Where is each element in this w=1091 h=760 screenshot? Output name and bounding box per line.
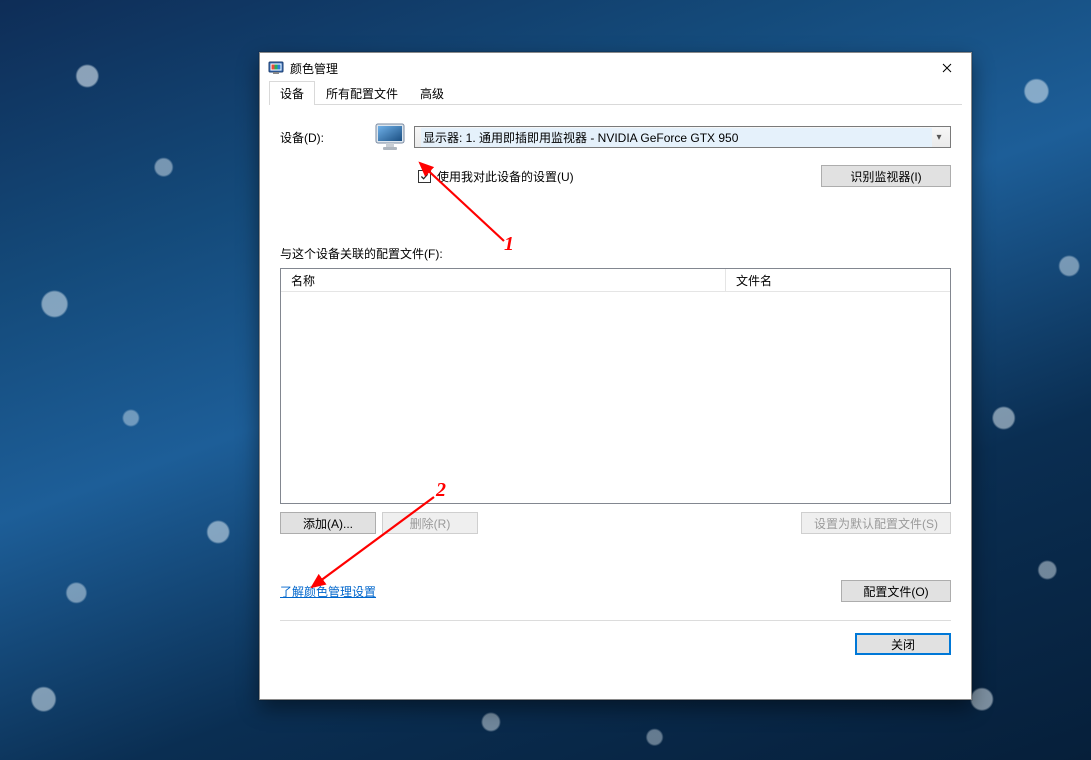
list-actions: 添加(A)... 删除(R) 设置为默认配置文件(S)	[280, 512, 951, 534]
button-label: 配置文件(O)	[863, 583, 928, 600]
button-label: 关闭	[891, 636, 915, 653]
titlebar[interactable]: 颜色管理	[260, 53, 971, 83]
use-my-settings-checkbox[interactable]	[418, 170, 431, 183]
tab-label: 所有配置文件	[326, 87, 398, 101]
profiles-button[interactable]: 配置文件(O)	[841, 580, 951, 602]
button-label: 识别监视器(I)	[850, 168, 921, 185]
settings-row: 使用我对此设备的设置(U) 识别监视器(I)	[280, 165, 951, 187]
device-select[interactable]: 显示器: 1. 通用即插即用监视器 - NVIDIA GeForce GTX 9…	[414, 126, 951, 148]
link-label: 了解颜色管理设置	[280, 585, 376, 599]
learn-link[interactable]: 了解颜色管理设置	[280, 583, 376, 600]
button-label: 删除(R)	[410, 515, 451, 532]
add-button[interactable]: 添加(A)...	[280, 512, 376, 534]
button-label: 设置为默认配置文件(S)	[814, 515, 938, 532]
window-close-button[interactable]	[925, 54, 969, 82]
device-select-value: 显示器: 1. 通用即插即用监视器 - NVIDIA GeForce GTX 9…	[421, 128, 932, 147]
close-button[interactable]: 关闭	[855, 633, 951, 655]
device-label: 设备(D):	[280, 129, 366, 146]
tab-advanced[interactable]: 高级	[409, 81, 455, 105]
app-icon	[268, 60, 284, 76]
chevron-down-icon: ▾	[932, 132, 946, 143]
listview-header: 名称 文件名	[281, 269, 950, 292]
close-icon	[942, 60, 952, 76]
identify-monitors-button[interactable]: 识别监视器(I)	[821, 165, 951, 187]
use-my-settings-label: 使用我对此设备的设置(U)	[437, 168, 574, 185]
tab-device[interactable]: 设备	[269, 81, 315, 105]
check-icon	[420, 172, 429, 181]
button-label: 添加(A)...	[303, 515, 353, 532]
desktop-wallpaper: 颜色管理 设备 所有配置文件 高级 设备(D):	[0, 0, 1091, 760]
associated-profiles-label: 与这个设备关联的配置文件(F):	[280, 245, 951, 262]
column-label: 文件名	[736, 272, 772, 289]
column-header-name[interactable]: 名称	[281, 269, 726, 291]
color-management-dialog: 颜色管理 设备 所有配置文件 高级 设备(D):	[259, 52, 972, 700]
remove-button: 删除(R)	[382, 512, 478, 534]
monitor-icon	[374, 123, 406, 151]
divider	[280, 620, 951, 621]
footer-row-1: 了解颜色管理设置 配置文件(O)	[280, 580, 951, 602]
tab-all-profiles[interactable]: 所有配置文件	[315, 81, 409, 105]
annotation-arrow-1	[396, 149, 516, 249]
device-row: 设备(D):	[280, 123, 951, 151]
set-default-button: 设置为默认配置文件(S)	[801, 512, 951, 534]
tab-body: 设备(D):	[260, 105, 971, 699]
footer-row-2: 关闭	[280, 633, 951, 655]
column-label: 名称	[291, 272, 315, 289]
tab-strip: 设备 所有配置文件 高级	[260, 83, 971, 105]
profiles-listview[interactable]: 名称 文件名	[280, 268, 951, 504]
window-title: 颜色管理	[290, 60, 925, 77]
column-header-filename[interactable]: 文件名	[726, 269, 950, 291]
tab-label: 高级	[420, 87, 444, 101]
tab-label: 设备	[280, 87, 304, 101]
